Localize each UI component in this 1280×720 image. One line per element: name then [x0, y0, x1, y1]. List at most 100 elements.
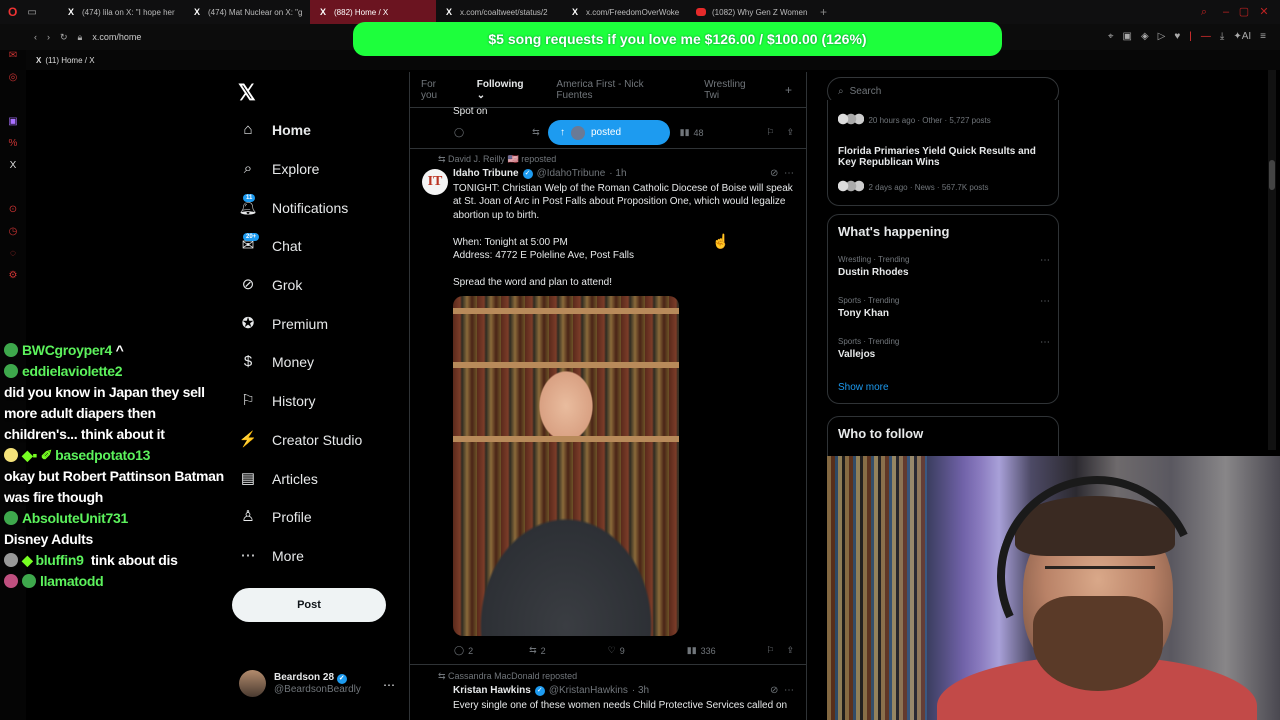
tab-list-america-first[interactable]: America First - Nick Fuentes: [556, 79, 682, 101]
tweet-image[interactable]: [453, 296, 679, 636]
forward-icon[interactable]: ›: [47, 32, 50, 42]
reload-icon[interactable]: ↻: [60, 32, 68, 43]
bookmark-icon[interactable]: ⚐: [766, 645, 774, 656]
news-item[interactable]: 20 hours ago · Other · 5,727 posts: [838, 110, 991, 128]
tweet-menu[interactable]: ⊘ ⋯: [770, 168, 794, 179]
nav-more[interactable]: ⋯ More: [238, 537, 408, 576]
url-field[interactable]: x.com/home: [92, 32, 141, 42]
tab-following[interactable]: Following ⌄: [477, 79, 535, 101]
nav-articles[interactable]: ▤ Articles: [238, 459, 408, 498]
reposted-by[interactable]: ⇆ Cassandra MacDonald reposted: [438, 671, 577, 682]
nav-grok[interactable]: ⊘ Grok: [238, 266, 408, 305]
browser-tab-active[interactable]: X (882) Home / X: [310, 0, 436, 24]
news-item[interactable]: 2 days ago · News · 567.7K posts: [838, 177, 989, 195]
instagram-icon[interactable]: ◎: [0, 72, 26, 94]
browser-tab[interactable]: Xx.com/FreedomOverWoke: [562, 0, 688, 24]
twitch-icon[interactable]: ▣: [0, 116, 26, 138]
share-icon[interactable]: ⇪: [786, 645, 794, 656]
more-dots-icon[interactable]: ⋯: [1040, 296, 1050, 307]
minimize-icon[interactable]: –: [1220, 6, 1232, 18]
minus-icon[interactable]: —: [1201, 31, 1211, 42]
chat-text: did you know in Japan they sell more adu…: [4, 384, 205, 442]
nav-creator-studio[interactable]: ⚡ Creator Studio: [238, 421, 408, 460]
snapshot-icon[interactable]: ▣: [1123, 31, 1132, 42]
share-icon[interactable]: ⇪: [786, 127, 794, 138]
chat-bubble-icon[interactable]: ◌: [0, 248, 26, 270]
new-tab-icon[interactable]: +: [814, 5, 833, 19]
search-tabs-icon[interactable]: ⌕: [1198, 6, 1210, 18]
show-more-link[interactable]: Show more: [838, 382, 889, 393]
more-dots-icon[interactable]: ⋯: [1040, 337, 1050, 348]
trend-item[interactable]: Sports · Trending Vallejos ⋯: [838, 337, 1050, 360]
new-posts-pill[interactable]: ↑ posted: [548, 120, 670, 145]
opera-logo-icon[interactable]: O: [8, 5, 17, 19]
more-dots-icon[interactable]: ⋯: [1040, 255, 1050, 266]
settings-icon[interactable]: ⊙: [0, 204, 26, 226]
menu-icon[interactable]: ≡: [1260, 31, 1266, 42]
add-tab-icon[interactable]: +: [785, 83, 792, 97]
author-handle[interactable]: @IdahoTribune: [537, 168, 606, 179]
ai-icon[interactable]: ✦AI: [1233, 31, 1251, 42]
heart-icon[interactable]: ♥: [1174, 31, 1180, 42]
browser-tab[interactable]: Xx.com/coaltweet/status/2: [436, 0, 562, 24]
tab-for-you[interactable]: For you: [421, 79, 455, 101]
trend-item[interactable]: Wrestling · Trending Dustin Rhodes ⋯: [838, 255, 1050, 278]
views-button[interactable]: ▮▮ 336: [687, 645, 716, 656]
author-handle[interactable]: @KristanHawkins: [549, 685, 628, 696]
nav-home[interactable]: ⌂ Home: [238, 111, 408, 150]
tab-list-wrestling[interactable]: Wrestling Twi: [704, 79, 763, 101]
reply-button[interactable]: ◯ 2: [454, 645, 473, 656]
bookmark-icon[interactable]: ⚐: [766, 127, 774, 138]
messenger-icon[interactable]: ✉: [0, 50, 26, 72]
download-icon[interactable]: ⤓: [1220, 31, 1224, 42]
scrollbar-thumb[interactable]: [1269, 160, 1275, 190]
browser-tab[interactable]: X (474) Mat Nuclear on X: "g: [184, 0, 310, 24]
x-logo-icon[interactable]: 𝕏: [238, 80, 256, 106]
repost-icon[interactable]: ⇆: [532, 127, 540, 138]
repost-button[interactable]: ⇆ 2: [529, 645, 546, 656]
play-icon[interactable]: ▷: [1158, 31, 1166, 42]
tweet-menu[interactable]: ⊘ ⋯: [770, 685, 794, 696]
account-switcher[interactable]: Beardson 28 ✓ @BeardsonBeardly ⋯: [239, 670, 395, 697]
views-button[interactable]: ▮▮ 48: [680, 127, 704, 138]
more-dots-icon[interactable]: ⋯: [383, 678, 395, 692]
pin-icon[interactable]: ⌖: [1108, 31, 1114, 42]
browser-tab[interactable]: (1082) Why Gen Z Women: [688, 0, 814, 24]
history-icon[interactable]: ◷: [0, 226, 26, 248]
user-badge-icon: [4, 364, 18, 378]
nav-premium[interactable]: ✪ Premium: [238, 304, 408, 343]
maximize-icon[interactable]: ▢: [1238, 6, 1250, 18]
nav-profile[interactable]: ♙ Profile: [238, 498, 408, 537]
tweet-time[interactable]: · 1h: [609, 168, 626, 179]
gear-icon[interactable]: ⚙: [0, 270, 26, 292]
tweet-time[interactable]: · 3h: [632, 685, 649, 696]
repost-icon: ⇆: [438, 671, 449, 681]
nav-explore[interactable]: ⌕ Explore: [238, 150, 408, 189]
percent-icon[interactable]: %: [0, 138, 26, 160]
browser-menu[interactable]: O ▭: [0, 5, 58, 19]
avatar[interactable]: IT: [422, 169, 448, 195]
browser-tab[interactable]: X (474) lila on X: "I hope her: [58, 0, 184, 24]
news-meta: 20 hours ago · Other · 5,727 posts: [868, 116, 991, 125]
close-window-icon[interactable]: ✕: [1258, 6, 1270, 18]
back-icon[interactable]: ‹: [34, 32, 37, 42]
news-headline[interactable]: Florida Primaries Yield Quick Results an…: [838, 146, 1053, 168]
tab-list-icon[interactable]: ▭: [27, 7, 36, 18]
nav-money[interactable]: $ Money: [238, 343, 408, 382]
like-button[interactable]: ♡ 9: [608, 645, 625, 656]
stream-chat-overlay: BWCgroyper4 ^ eddielaviolette2 did you kn…: [4, 340, 226, 592]
nav-history[interactable]: ⚐ History: [238, 382, 408, 421]
x-favicon-icon: X: [445, 7, 452, 17]
nav-label: More: [272, 547, 304, 564]
scrollbar[interactable]: [1268, 70, 1276, 450]
author-name[interactable]: Idaho Tribune: [453, 168, 519, 179]
nav-chat[interactable]: ✉ 20+ Chat: [238, 227, 408, 266]
trend-item[interactable]: Sports · Trending Tony Khan ⋯: [838, 296, 1050, 319]
post-button[interactable]: Post: [232, 588, 386, 622]
author-name[interactable]: Kristan Hawkins: [453, 685, 531, 696]
shield-icon[interactable]: ◈: [1141, 31, 1149, 42]
x-sidebar-icon[interactable]: X: [0, 160, 26, 182]
reposted-by[interactable]: ⇆ David J. Reilly 🇺🇸 reposted: [438, 154, 556, 165]
reply-icon[interactable]: ◯: [454, 127, 464, 138]
nav-notifications[interactable]: 🔔︎ 11 Notifications: [238, 188, 408, 227]
